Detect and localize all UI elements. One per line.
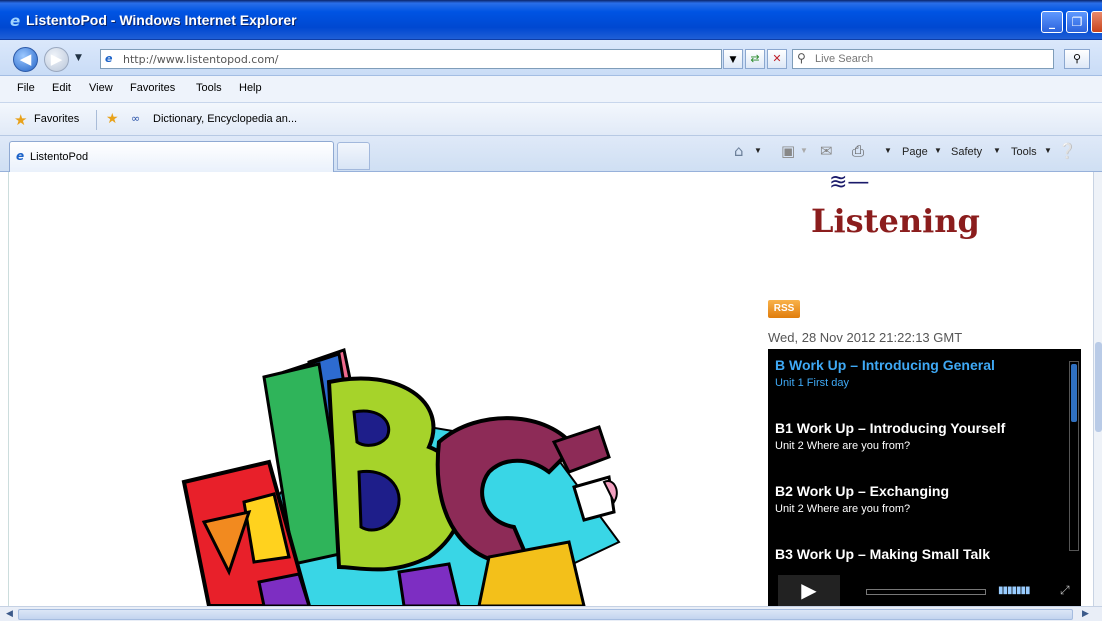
home-icon[interactable]: ⌂ (734, 142, 744, 160)
menu-favorites[interactable]: Favorites (130, 82, 175, 94)
dictionary-icon: ∞ (131, 112, 141, 125)
feed-item[interactable]: B3 Work Up – Making Small Talk (775, 546, 1065, 562)
search-field-icon: ⚲ (797, 51, 806, 65)
feed-item-title[interactable]: B3 Work Up – Making Small Talk (775, 546, 1065, 562)
page-dropdown-icon: ▼ (934, 146, 942, 155)
stop-button[interactable]: ✕ (767, 49, 787, 69)
feeds-dropdown-icon[interactable]: ▼ (800, 146, 808, 155)
star-icon: ★ (14, 111, 28, 129)
feed-item-title[interactable]: B1 Work Up – Introducing Yourself (775, 420, 1065, 436)
safety-menu[interactable]: Safety (951, 146, 982, 158)
horizontal-scrollbar[interactable]: ◀ ▶ (0, 606, 1102, 621)
scroll-right-icon[interactable]: ▶ (1078, 608, 1093, 621)
favorite-link-dictionary[interactable]: Dictionary, Encyclopedia an... (153, 113, 297, 125)
menu-tools[interactable]: Tools (196, 82, 222, 94)
favorites-button[interactable]: Favorites (34, 113, 79, 125)
menu-edit[interactable]: Edit (52, 82, 71, 94)
print-dropdown-icon[interactable]: ▼ (884, 146, 892, 155)
search-button[interactable]: ⚲ (1064, 49, 1090, 69)
progress-bar[interactable] (866, 589, 986, 595)
feed-item-subtitle: Unit 1 First day (775, 377, 849, 389)
refresh-button[interactable]: ⇄ (745, 49, 765, 69)
horizontal-scroll-thumb[interactable] (18, 609, 1073, 620)
page-menu[interactable]: Page (902, 146, 928, 158)
close-button[interactable] (1091, 11, 1102, 33)
print-icon[interactable]: ⎙ (852, 142, 864, 160)
new-tab-button[interactable] (337, 142, 370, 170)
feed-item-subtitle: Unit 2 Where are you from? (775, 440, 911, 452)
ie-page-icon: e (105, 52, 113, 65)
url-field[interactable]: e http://www.listentopod.com/ (100, 49, 722, 69)
url-text: http://www.listentopod.com/ (123, 53, 279, 66)
window-title: ListentoPod - Windows Internet Explorer (26, 12, 297, 28)
safety-dropdown-icon: ▼ (993, 146, 1001, 155)
search-input[interactable] (815, 51, 1045, 67)
back-button[interactable]: ◀ (13, 47, 38, 72)
menu-help[interactable]: Help (239, 82, 262, 94)
home-dropdown-icon[interactable]: ▼ (754, 146, 762, 155)
address-bar: ◀ ▶ ▼ e http://www.listentopod.com/ ▼ ⇄ … (0, 40, 1102, 76)
divider (96, 110, 97, 130)
add-favorite-icon[interactable]: ★ (106, 111, 119, 127)
search-field[interactable]: ⚲ (792, 49, 1054, 69)
page-content: ≋— Listening RSS Wed, 28 Nov 2012 21:22:… (8, 172, 1093, 606)
refresh-icon: ⇄ (750, 52, 760, 65)
help-icon[interactable]: ❔ (1058, 142, 1077, 160)
mail-icon[interactable]: ✉ (820, 142, 833, 160)
fullscreen-icon[interactable]: ⤢ (1060, 583, 1070, 598)
volume-icon[interactable]: ▮▮▮▮▮▮▮ (998, 585, 1031, 596)
tab-listentopod[interactable]: e ListentoPod (9, 141, 334, 172)
feed-item-title[interactable]: B2 Work Up – Exchanging (775, 483, 1065, 499)
ie-icon: e (10, 12, 21, 30)
tab-bar: e ListentoPod ⌂ ▼ ▣ ▼ ✉ ⎙ ▼ Page ▼ Safet… (0, 136, 1102, 172)
feeds-icon[interactable]: ▣ (781, 142, 795, 160)
feed-item-title[interactable]: B Work Up – Introducing General (775, 357, 1065, 373)
rss-badge[interactable]: RSS (768, 300, 800, 318)
forward-icon: ▶ (50, 50, 63, 68)
search-icon: ⚲ (1072, 52, 1082, 65)
vertical-scrollbar[interactable] (1093, 172, 1102, 606)
back-icon: ◀ (19, 50, 32, 68)
feed-item[interactable]: B1 Work Up – Introducing Yourself Unit 2… (775, 420, 1065, 452)
ie-tab-icon: e (16, 149, 25, 163)
history-dropdown-icon[interactable]: ▼ (75, 53, 82, 63)
tools-dropdown-icon: ▼ (1044, 146, 1052, 155)
media-player: ▶ ▮▮▮▮▮▮▮ ⤢ (778, 575, 1078, 606)
play-button[interactable]: ▶ (778, 575, 840, 606)
menu-view[interactable]: View (89, 82, 113, 94)
feed-item-subtitle: Unit 2 Where are you from? (775, 503, 911, 515)
menu-bar: File Edit View Favorites Tools Help (0, 76, 1102, 103)
site-logo: Listening (811, 202, 980, 240)
stop-icon: ✕ (772, 52, 782, 65)
menu-file[interactable]: File (17, 82, 35, 94)
feed-scrollbar[interactable] (1069, 361, 1079, 551)
feed-item[interactable]: B Work Up – Introducing General Unit 1 F… (775, 357, 1065, 389)
play-icon: ▶ (801, 578, 817, 602)
scroll-left-icon[interactable]: ◀ (2, 608, 17, 621)
logo-ear-icon: ≋— (829, 172, 870, 195)
maximize-button[interactable]: ❐ (1066, 11, 1088, 33)
feed-date: Wed, 28 Nov 2012 21:22:13 GMT (768, 330, 963, 345)
url-dropdown-button[interactable]: ▼ (723, 49, 743, 69)
feed-widget: B Work Up – Introducing General Unit 1 F… (768, 349, 1081, 606)
chevron-down-icon: ▼ (729, 55, 737, 65)
tab-label: ListentoPod (30, 151, 89, 163)
tools-menu[interactable]: Tools (1011, 146, 1037, 158)
vertical-scroll-thumb[interactable] (1095, 342, 1102, 432)
minimize-button[interactable]: _ (1041, 11, 1063, 33)
title-bar: e ListentoPod - Windows Internet Explore… (0, 0, 1102, 40)
feed-scroll-thumb[interactable] (1071, 364, 1077, 422)
forward-button[interactable]: ▶ (44, 47, 69, 72)
abc-clipart (181, 348, 621, 606)
favorites-bar: ★ Favorites ★ ∞ Dictionary, Encyclopedia… (0, 103, 1102, 136)
feed-item[interactable]: B2 Work Up – Exchanging Unit 2 Where are… (775, 483, 1065, 515)
